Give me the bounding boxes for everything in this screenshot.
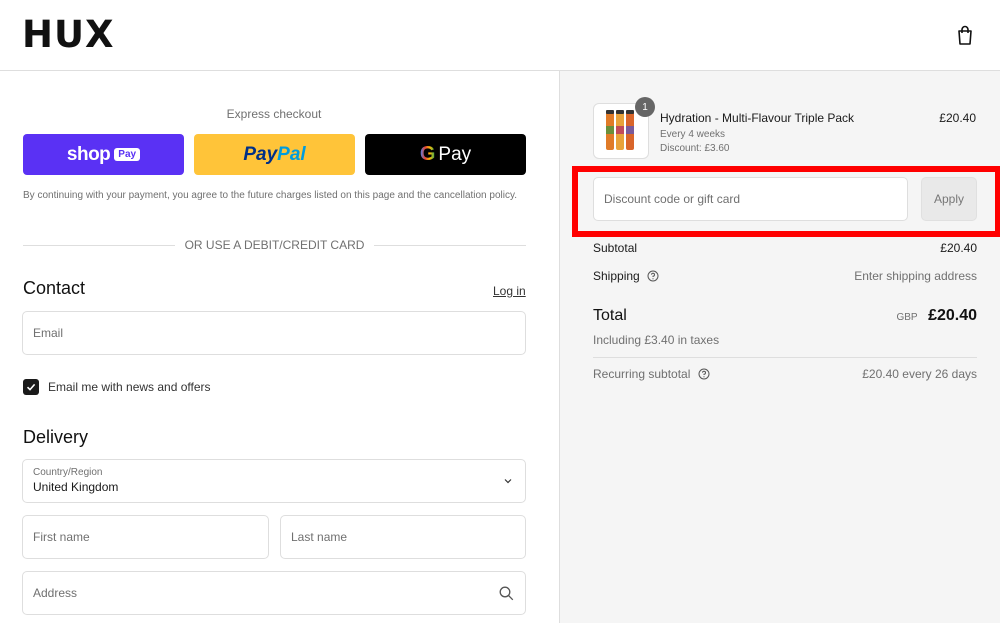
email-field-wrapper [22,311,526,355]
shipping-value: Enter shipping address [854,269,977,283]
paypal-button[interactable]: PayPal [194,134,355,175]
last-name-wrapper [280,515,526,559]
shipping-label-group: Shipping [593,269,659,283]
order-summary: 1 Hydration - Multi-Flavour Triple Pack … [559,71,1000,623]
total-amount-group: GBP £20.40 [896,307,977,325]
google-pay-label: Pay [438,143,472,165]
discount-code-input[interactable] [604,192,897,206]
country-label: Country/Region [33,467,103,478]
shipping-row: Shipping Enter shipping address [593,269,977,283]
apply-discount-button[interactable]: Apply [921,177,977,221]
last-name-field[interactable] [291,530,515,544]
country-select[interactable]: Country/Region United Kingdom [22,459,526,503]
product-frequency: Every 4 weeks [660,129,726,140]
paypal-logo: PayPal [243,144,305,166]
currency-code: GBP [896,312,918,323]
chevron-down-icon [504,479,512,484]
payment-consent-text: By continuing with your payment, you agr… [23,190,518,201]
help-circle-icon[interactable] [647,270,659,282]
newsletter-checkbox[interactable] [23,379,39,395]
divider-line-left [23,244,175,246]
help-circle-icon[interactable] [698,368,710,380]
newsletter-option: Email me with news and offers [23,379,211,395]
payment-divider: OR USE A DEBIT/CREDIT CARD [23,237,526,253]
contact-heading: Contact [23,278,86,298]
shop-pay-button[interactable]: shop Pay [23,134,184,175]
total-label: Total [593,307,627,324]
shop-pay-label: shop [66,143,111,165]
email-field[interactable] [33,326,515,340]
express-checkout-title: Express checkout [226,107,322,121]
google-pay-button[interactable]: G Pay [365,134,526,175]
subtotal-label: Subtotal [593,241,638,255]
country-value: United Kingdom [33,480,119,494]
total-row: Total GBP £20.40 [593,307,977,325]
product-price: £20.40 [939,111,976,125]
recurring-label: Recurring subtotal [593,367,691,381]
divider-line-right [374,244,526,246]
address-field[interactable] [33,586,515,600]
checkout-form: Express checkout shop Pay PayPal G Pay B… [0,71,559,623]
search-icon[interactable] [499,586,514,601]
address-wrapper [22,571,526,615]
brand-logo[interactable]: HUX [22,16,115,53]
subtotal-value: £20.40 [940,241,977,255]
newsletter-label: Email me with news and offers [48,380,211,394]
first-name-wrapper [22,515,269,559]
first-name-field[interactable] [33,530,258,544]
paypal-pay-text: Pay [243,143,278,165]
divider-text: OR USE A DEBIT/CREDIT CARD [184,238,365,252]
delivery-heading: Delivery [23,427,89,447]
product-name: Hydration - Multi-Flavour Triple Pack [660,111,855,125]
discount-code-wrapper [593,177,908,221]
google-g-icon: G [419,143,436,165]
recurring-subtotal-row: Recurring subtotal £20.40 every 26 days [593,367,977,381]
recurring-value: £20.40 every 26 days [862,367,977,381]
login-link[interactable]: Log in [493,284,526,298]
recurring-label-group: Recurring subtotal [593,367,710,381]
summary-divider [593,357,977,358]
quantity-badge: 1 [635,97,655,117]
shipping-label: Shipping [593,269,640,283]
subtotal-row: Subtotal £20.40 [593,241,977,255]
shop-pay-badge: Pay [114,148,141,161]
checkmark-icon [26,383,36,391]
shopping-bag-icon[interactable] [956,25,974,45]
header: HUX [0,0,1000,71]
total-amount: £20.40 [928,307,977,324]
taxes-note: Including £3.40 in taxes [593,333,720,347]
paypal-pal-text: Pal [277,143,306,165]
logo-text: HUX [22,13,115,56]
product-discount: Discount: £3.60 [660,143,730,154]
